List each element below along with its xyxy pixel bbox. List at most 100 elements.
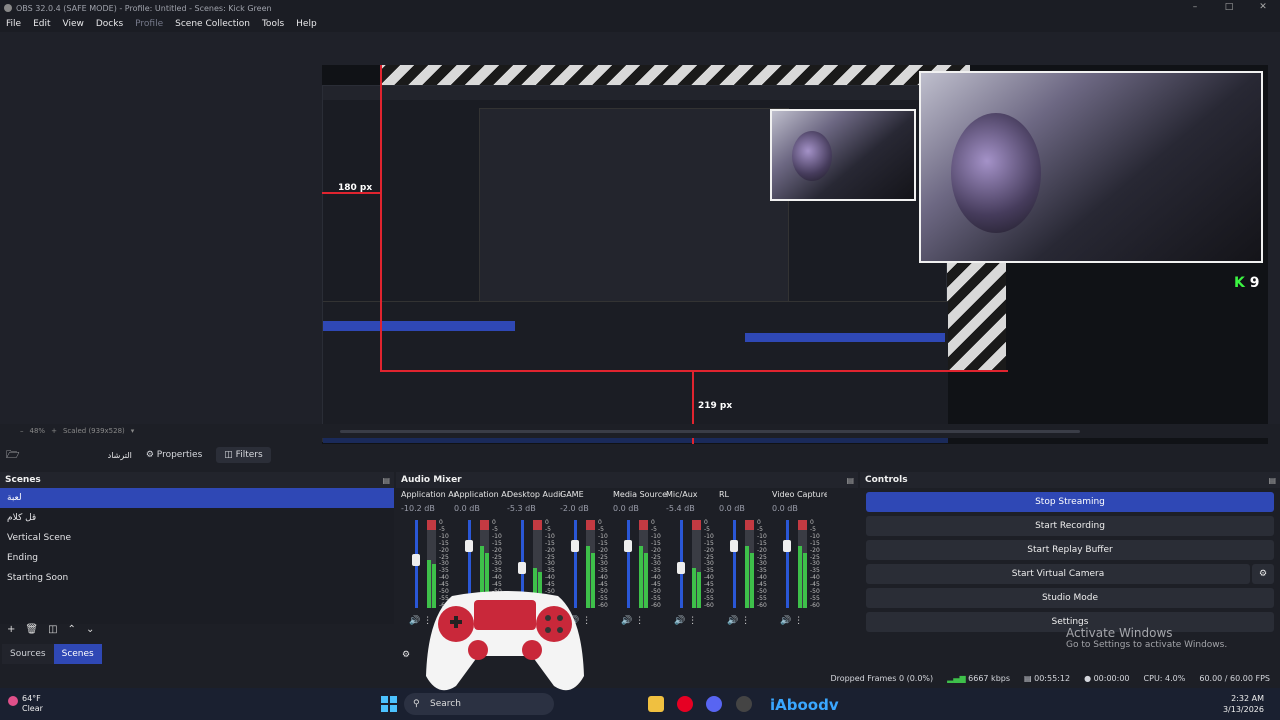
mute-icon[interactable]: 🔊 ⋮ (621, 616, 644, 626)
obs-taskbar-icon[interactable] (736, 696, 752, 712)
channel-db: 0.0 dB (772, 504, 798, 513)
mute-icon[interactable]: 🔊 ⋮ (674, 616, 697, 626)
volume-knob[interactable] (730, 540, 738, 553)
zoom-in-button[interactable]: + (51, 427, 57, 435)
scene-item[interactable]: Ending (0, 548, 394, 568)
meter-ticks: 0-5-10-15-20-25-30-35-40-45-50-55-60 (598, 519, 608, 610)
scene-filters-icon[interactable]: ◫ (48, 624, 57, 635)
webcam-large (919, 71, 1263, 263)
guide-label-left: 180 px (338, 183, 373, 193)
menu-file[interactable]: File (0, 19, 27, 29)
clock-date: 3/13/2026 (1222, 705, 1264, 714)
channel-db: -10.2 dB (401, 504, 435, 513)
stream-time: 00:55:12 (1034, 673, 1071, 683)
pinterest-icon[interactable] (677, 696, 693, 712)
guide-line-vertical (380, 65, 382, 370)
program-canvas[interactable]: 180 px 219 px K 9 (322, 65, 1268, 444)
scene-item[interactable]: لعبة (0, 488, 394, 508)
move-down-icon[interactable]: ⌄ (86, 624, 94, 635)
close-button[interactable]: ✕ (1246, 0, 1280, 16)
scenes-dock-header: Scenes ▤ (0, 472, 394, 488)
scene-item[interactable]: Vertical Scene (0, 528, 394, 548)
dock-menu-icon[interactable]: ▤ (846, 476, 854, 485)
folder-icon[interactable]: 🗁 (6, 446, 20, 465)
volume-knob[interactable] (783, 540, 791, 553)
system-clock[interactable]: 2:32 AM 3/13/2026 (1223, 693, 1264, 715)
discord-icon[interactable] (706, 696, 722, 712)
volume-knob[interactable] (465, 540, 473, 553)
taskbar: 64°F Clear ⚲ Search iAboodv 2:32 AM 3/13… (0, 688, 1280, 720)
move-up-icon[interactable]: ⌃ (68, 624, 76, 635)
scene-item[interactable]: Starting Soon (0, 568, 394, 588)
dock-menu-icon[interactable]: ▤ (382, 476, 390, 485)
menu-docks[interactable]: Docks (90, 19, 129, 29)
kick-count: 9 (1249, 275, 1260, 291)
preview-area[interactable]: 180 px 219 px K 9 (0, 32, 1280, 444)
start-virtual-camera-button[interactable]: Start Virtual Camera (866, 564, 1250, 584)
record-time: 00:00:00 (1093, 673, 1130, 683)
volume-knob[interactable] (571, 540, 579, 553)
scale-dropdown-icon[interactable]: ▾ (131, 427, 135, 435)
volume-knob[interactable] (624, 540, 632, 553)
meter-ticks: 0-5-10-15-20-25-30-35-40-45-50-55-60 (810, 519, 820, 610)
filters-button[interactable]: ◫ Filters (216, 447, 271, 463)
maximize-button[interactable]: □ (1212, 0, 1246, 16)
weather-widget[interactable]: 64°F Clear (8, 694, 43, 714)
mute-icon[interactable]: 🔊 ⋮ (727, 616, 750, 626)
menu-edit[interactable]: Edit (27, 19, 56, 29)
mute-icon[interactable]: 🔊 ⋮ (780, 616, 803, 626)
fps: 60.00 / 60.00 FPS (1199, 673, 1270, 683)
preview-scrollbar[interactable] (340, 430, 1080, 433)
channel-name: Application Audio Capture (401, 490, 456, 499)
kick-viewer-count: K 9 (1234, 275, 1259, 291)
volume-slider[interactable] (733, 520, 736, 608)
menu-view[interactable]: View (57, 19, 90, 29)
file-explorer-icon[interactable] (648, 696, 664, 712)
start-button[interactable] (381, 696, 397, 712)
meter-tick: -60 (704, 601, 714, 609)
minimize-button[interactable]: – (1178, 0, 1212, 16)
mixer-settings-icon[interactable]: ⚙ (402, 650, 410, 660)
volume-knob[interactable] (412, 553, 420, 566)
zoom-out-button[interactable]: – (20, 427, 24, 435)
channel-name: Desktop Audio (507, 490, 562, 499)
channel-name: Media Source (613, 490, 668, 499)
dropped-frames: Dropped Frames 0 (0.0%) (830, 673, 934, 683)
volume-meter (692, 520, 701, 608)
mixer-channel: Mic/Aux -5.4 dB 0 -5 -10 -15 -20 -25 -30 -35 -40 -4… (666, 490, 721, 630)
menu-profile[interactable]: Profile (129, 19, 169, 29)
status-bar: Dropped Frames 0 (0.0%) ▂▄▆ 6667 kbps ▤ … (0, 668, 1280, 688)
tab-scenes[interactable]: Scenes (53, 644, 102, 664)
obs-logo-icon (4, 4, 12, 12)
audio-mixer-title: Audio Mixer (401, 475, 462, 485)
volume-slider[interactable] (627, 520, 630, 608)
volume-slider[interactable] (786, 520, 789, 608)
zoom-level: 48% (29, 427, 46, 435)
volume-meter (639, 520, 648, 608)
stop-streaming-button[interactable]: Stop Streaming (866, 492, 1274, 512)
dock-menu-icon[interactable]: ▤ (1268, 476, 1276, 485)
channel-name: Mic/Aux (666, 490, 698, 499)
filters-label: Filters (235, 450, 263, 460)
taskbar-search[interactable]: ⚲ Search (404, 693, 554, 715)
guide-label-bottom: 219 px (698, 401, 733, 411)
mixer-channel: RL 0.0 dB 0 -5 -10 -15 -20 -25 -30 -35 -40 -45 -50 -5… (719, 490, 774, 630)
volume-knob[interactable] (677, 562, 685, 575)
start-recording-button[interactable]: Start Recording (866, 516, 1274, 536)
start-replay-buffer-button[interactable]: Start Replay Buffer (866, 540, 1274, 560)
watermark-subtitle: Go to Settings to activate Windows. (1066, 640, 1228, 650)
virtual-camera-settings-icon[interactable]: ⚙ (1252, 564, 1274, 584)
stream-icon: ▤ (1024, 673, 1032, 683)
tab-sources[interactable]: Sources (2, 644, 54, 664)
remove-icon[interactable]: 🗑 (25, 624, 38, 635)
menu-tools[interactable]: Tools (256, 19, 290, 29)
menu-scene-collection[interactable]: Scene Collection (169, 19, 256, 29)
add-icon[interactable]: + (7, 624, 15, 635)
menu-help[interactable]: Help (290, 19, 323, 29)
filter-icon: ◫ (224, 450, 233, 460)
scene-item[interactable]: قل كلام (0, 508, 394, 528)
meter-ticks: 0-5-10-15-20-25-30-35-40-45-50-55-60 (651, 519, 661, 610)
volume-knob[interactable] (518, 562, 526, 575)
studio-mode-button[interactable]: Studio Mode (866, 588, 1274, 608)
properties-button[interactable]: ⚙ Properties (138, 447, 210, 463)
